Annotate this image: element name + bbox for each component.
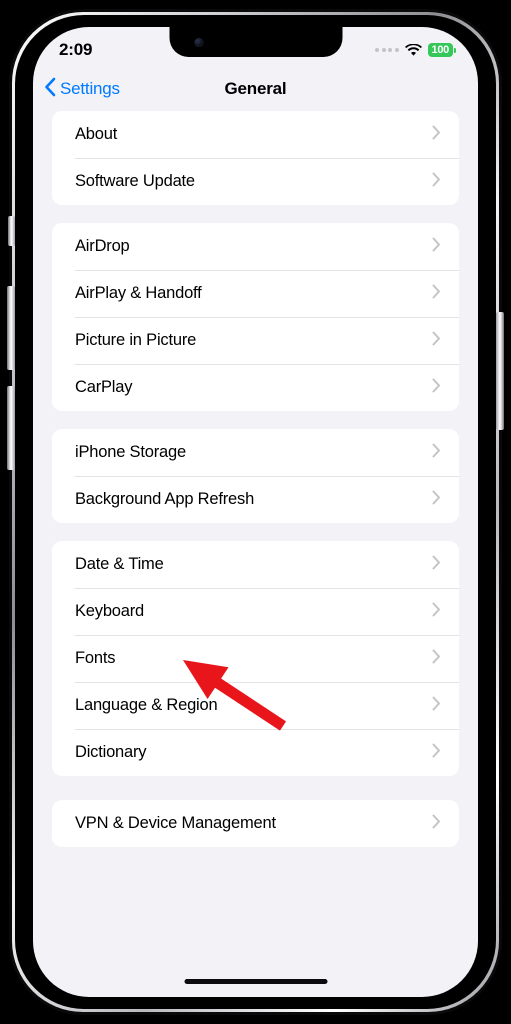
settings-row-label: iPhone Storage bbox=[75, 443, 186, 461]
battery-cap bbox=[454, 47, 456, 53]
chevron-right-icon bbox=[432, 649, 441, 669]
chevron-right-icon bbox=[432, 743, 441, 763]
front-camera-icon bbox=[194, 38, 203, 47]
settings-list: About Software Update AirDrop AirPlay & Han… bbox=[33, 111, 478, 997]
chevron-right-icon bbox=[432, 237, 441, 257]
settings-row-label: Fonts bbox=[75, 649, 116, 667]
settings-row[interactable]: Background App Refresh bbox=[52, 476, 459, 523]
status-bar-indicators: 100 bbox=[375, 43, 456, 57]
settings-row-label: Date & Time bbox=[75, 555, 164, 573]
chevron-right-icon bbox=[432, 696, 441, 716]
settings-row[interactable]: Fonts bbox=[52, 635, 459, 682]
settings-row-label: Dictionary bbox=[75, 743, 147, 761]
settings-row-label: Software Update bbox=[75, 172, 195, 190]
cellular-dots-icon bbox=[375, 48, 399, 52]
battery-percent: 100 bbox=[427, 43, 453, 57]
settings-row[interactable]: CarPlay bbox=[52, 364, 459, 411]
settings-row[interactable]: Keyboard bbox=[52, 588, 459, 635]
volume-up-button[interactable] bbox=[7, 286, 15, 370]
chevron-right-icon bbox=[432, 331, 441, 351]
settings-group: About Software Update bbox=[52, 111, 459, 205]
navigation-bar: Settings General bbox=[33, 67, 478, 111]
settings-row-label: CarPlay bbox=[75, 378, 133, 396]
chevron-right-icon bbox=[432, 555, 441, 575]
settings-group: Date & Time Keyboard Fonts Language & Regio… bbox=[52, 541, 459, 776]
settings-row-label: About bbox=[75, 125, 118, 143]
settings-group: VPN & Device Management bbox=[52, 800, 459, 847]
settings-row-label: Background App Refresh bbox=[75, 490, 255, 508]
settings-row[interactable]: AirDrop bbox=[52, 223, 459, 270]
chevron-right-icon bbox=[432, 378, 441, 398]
settings-row-label: Language & Region bbox=[75, 696, 218, 714]
back-button[interactable]: Settings bbox=[44, 77, 120, 102]
chevron-right-icon bbox=[432, 490, 441, 510]
settings-row[interactable]: iPhone Storage bbox=[52, 429, 459, 476]
settings-row[interactable]: AirPlay & Handoff bbox=[52, 270, 459, 317]
chevron-right-icon bbox=[432, 443, 441, 463]
silent-switch[interactable] bbox=[8, 216, 15, 246]
status-bar-time: 2:09 bbox=[59, 40, 93, 59]
phone-screen: 2:09 100 Settings General About Software… bbox=[33, 27, 478, 997]
settings-row[interactable]: Date & Time bbox=[52, 541, 459, 588]
settings-row[interactable]: Software Update bbox=[52, 158, 459, 205]
chevron-left-icon bbox=[44, 77, 56, 102]
settings-row-label: AirDrop bbox=[75, 237, 130, 255]
settings-row[interactable]: Dictionary bbox=[52, 729, 459, 776]
settings-row[interactable]: Language & Region bbox=[52, 682, 459, 729]
settings-group: AirDrop AirPlay & Handoff Picture in Pictu… bbox=[52, 223, 459, 411]
home-indicator[interactable] bbox=[184, 979, 327, 984]
settings-row[interactable]: VPN & Device Management bbox=[52, 800, 459, 847]
settings-row[interactable]: Picture in Picture bbox=[52, 317, 459, 364]
notch bbox=[169, 27, 342, 57]
volume-down-button[interactable] bbox=[7, 386, 15, 470]
chevron-right-icon bbox=[432, 602, 441, 622]
settings-row-label: Keyboard bbox=[75, 602, 145, 620]
settings-row-label: Picture in Picture bbox=[75, 331, 197, 349]
settings-row-label: AirPlay & Handoff bbox=[75, 284, 202, 302]
chevron-right-icon bbox=[432, 172, 441, 192]
screenshot-root: 2:09 100 Settings General About Software… bbox=[0, 0, 511, 1024]
chevron-right-icon bbox=[432, 125, 441, 145]
chevron-right-icon bbox=[432, 284, 441, 304]
settings-row[interactable]: About bbox=[52, 111, 459, 158]
battery-indicator: 100 bbox=[427, 43, 456, 57]
power-button[interactable] bbox=[496, 312, 504, 430]
wifi-icon bbox=[404, 43, 422, 57]
settings-group: iPhone Storage Background App Refresh bbox=[52, 429, 459, 523]
settings-row-label: VPN & Device Management bbox=[75, 814, 276, 832]
back-button-label: Settings bbox=[60, 79, 120, 98]
chevron-right-icon bbox=[432, 814, 441, 834]
